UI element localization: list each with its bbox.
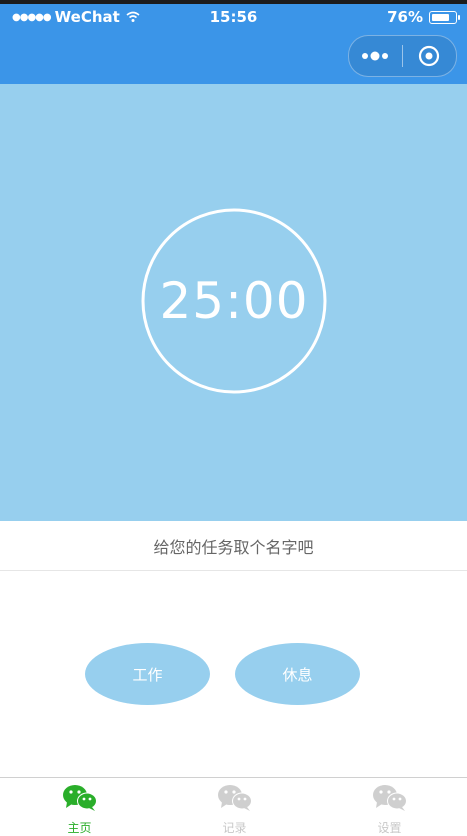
rest-button[interactable]: 休息 [235,643,360,705]
tab-records[interactable]: 记录 [157,778,312,835]
battery-indicator: 76% [387,8,460,26]
wechat-icon [218,785,252,811]
timer-display: 25:00 [159,272,309,330]
wechat-icon [63,785,97,811]
work-button[interactable]: 工作 [85,643,210,705]
timer-panel: 25:00 [0,84,467,521]
status-and-nav-bar: ●●●●● WeChat 15:56 76% [0,4,467,84]
battery-icon [429,10,460,24]
tab-records-label: 记录 [222,821,247,835]
more-options-icon[interactable] [361,49,391,63]
tab-settings[interactable]: 设置 [312,778,467,835]
close-miniprogram-icon[interactable] [418,45,440,67]
miniprogram-capsule [348,35,457,77]
battery-percent: 76% [387,8,423,26]
tab-home[interactable]: 主页 [2,778,157,835]
capsule-divider [402,45,403,67]
tab-bar: 主页 记录 设置 [0,777,467,835]
tab-home-label: 主页 [67,821,92,835]
task-name-input[interactable]: 给您的任务取个名字吧 [0,521,467,571]
tab-settings-label: 设置 [377,821,402,835]
wechat-icon [373,785,407,811]
